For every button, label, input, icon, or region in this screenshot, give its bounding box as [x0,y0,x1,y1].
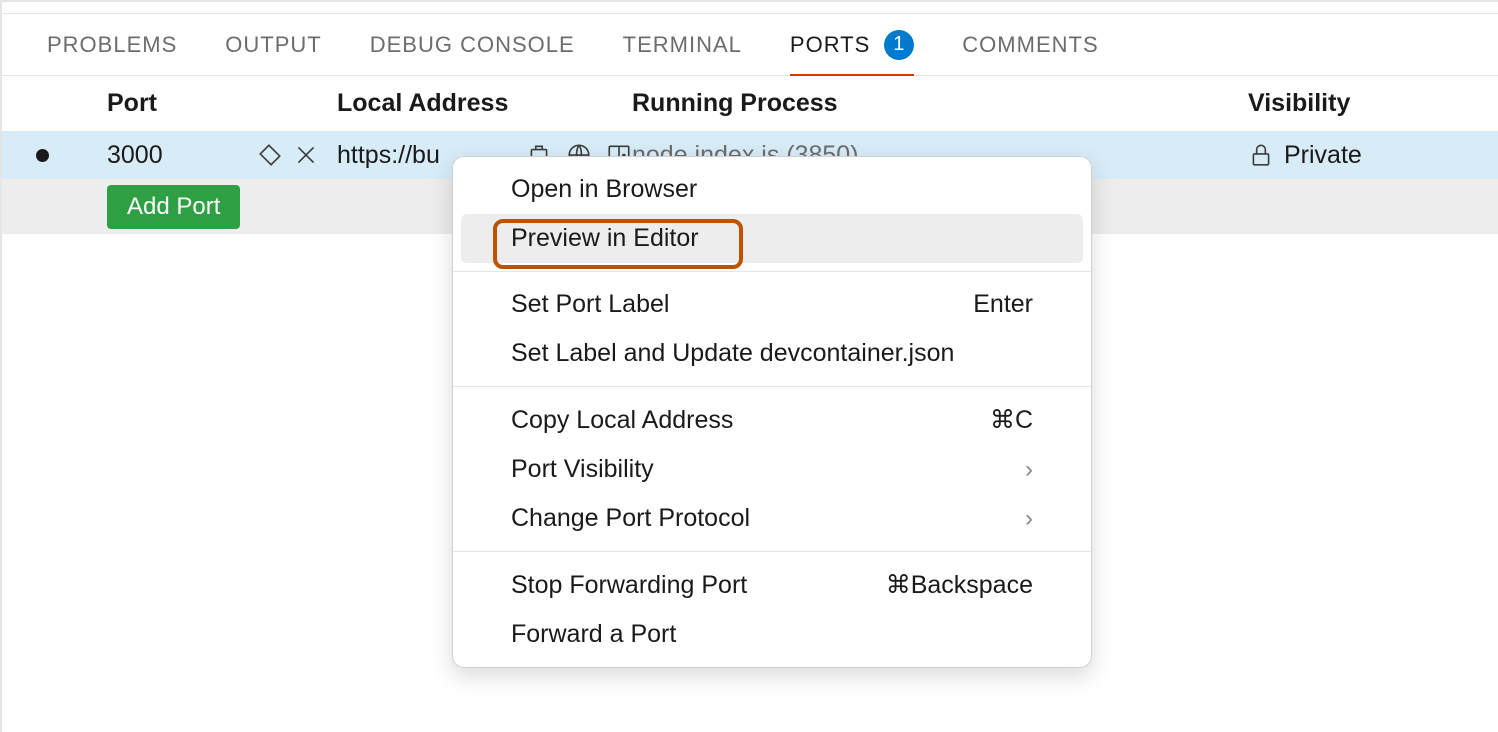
header-local-address: Local Address [337,89,632,118]
menu-preview-in-editor[interactable]: Preview in Editor [461,214,1083,263]
tab-ports-label: PORTS [790,32,870,58]
menu-set-label-update-text: Set Label and Update devcontainer.json [511,339,954,368]
menu-port-visibility[interactable]: Port Visibility › [453,445,1091,494]
menu-forward-a-port-text: Forward a Port [511,620,676,649]
tab-comments[interactable]: COMMENTS [962,14,1098,75]
menu-preview-in-editor-label: Preview in Editor [511,224,699,253]
ports-table-header: Port Local Address Running Process Visib… [2,76,1498,131]
menu-set-port-label[interactable]: Set Port Label Enter [453,280,1091,329]
header-port: Port [62,89,337,118]
menu-copy-local-address-shortcut: ⌘C [990,405,1033,435]
port-cell: 3000 [62,141,337,170]
visibility-cell: Private [1248,141,1478,170]
context-menu: Open in Browser Preview in Editor Set Po… [452,156,1092,668]
close-icon[interactable] [293,142,319,168]
menu-open-in-browser[interactable]: Open in Browser [453,165,1091,214]
menu-change-port-protocol[interactable]: Change Port Protocol › [453,494,1091,543]
lock-icon [1248,142,1274,168]
header-visibility: Visibility [1248,89,1478,118]
chevron-right-icon: › [1025,456,1033,484]
port-actions [257,142,319,168]
menu-change-port-protocol-text: Change Port Protocol [511,504,750,533]
top-spacer [2,2,1498,14]
add-port-button[interactable]: Add Port [107,185,240,229]
tab-problems[interactable]: PROBLEMS [47,14,177,75]
menu-set-port-label-text: Set Port Label [511,290,669,319]
tab-terminal[interactable]: TERMINAL [623,14,742,75]
menu-forward-a-port[interactable]: Forward a Port [453,610,1091,659]
menu-copy-local-address[interactable]: Copy Local Address ⌘C [453,395,1091,445]
header-running-process: Running Process [632,89,1248,118]
label-icon[interactable] [257,142,283,168]
tab-output[interactable]: OUTPUT [225,14,321,75]
menu-port-visibility-text: Port Visibility [511,455,654,484]
port-number: 3000 [107,141,163,170]
menu-divider [453,386,1091,387]
visibility-text: Private [1284,141,1362,170]
status-dot-icon [36,149,49,162]
menu-set-label-update[interactable]: Set Label and Update devcontainer.json [453,329,1091,378]
tab-debug-console[interactable]: DEBUG CONSOLE [370,14,575,75]
local-address-text: https://bu [337,141,440,170]
menu-copy-local-address-text: Copy Local Address [511,406,733,435]
ports-count-badge: 1 [884,30,914,60]
panel-tabs: PROBLEMS OUTPUT DEBUG CONSOLE TERMINAL P… [2,14,1498,76]
menu-stop-forwarding-port-text: Stop Forwarding Port [511,571,747,600]
menu-divider [453,271,1091,272]
menu-stop-forwarding-port[interactable]: Stop Forwarding Port ⌘Backspace [453,560,1091,610]
menu-divider [453,551,1091,552]
port-status-indicator [22,149,62,162]
menu-open-in-browser-label: Open in Browser [511,175,697,204]
chevron-right-icon: › [1025,505,1033,533]
menu-set-port-label-shortcut: Enter [973,290,1033,319]
tab-ports[interactable]: PORTS 1 [790,14,914,75]
menu-stop-forwarding-port-shortcut: ⌘Backspace [886,570,1033,600]
